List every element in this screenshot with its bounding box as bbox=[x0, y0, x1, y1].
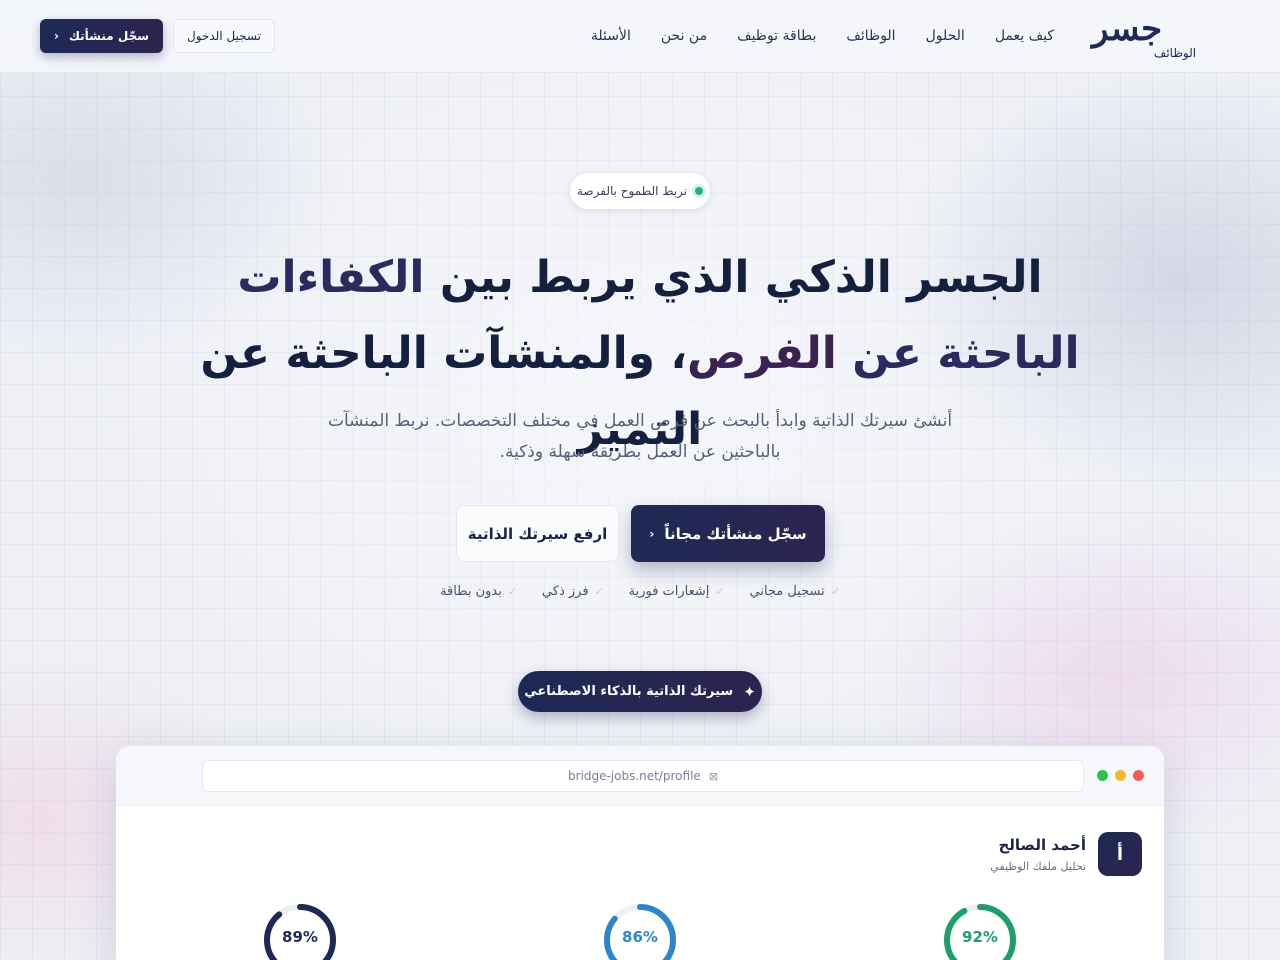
nav-link-jobs[interactable]: الوظائف bbox=[846, 28, 895, 44]
profile-subtitle: تحليل ملفك الوظيفي bbox=[990, 859, 1086, 873]
score-gauge: 86% bbox=[602, 902, 678, 960]
logo-main: جسر bbox=[1092, 9, 1163, 49]
chevron-left-icon: ‹ bbox=[54, 29, 59, 43]
register-free-button[interactable]: سجّل منشأتك مجاناً ‹ bbox=[631, 505, 825, 562]
tagline-text: نربط الطموح بالفرصة bbox=[577, 184, 688, 198]
nav-link-hiring-card[interactable]: بطاقة توظيف bbox=[737, 28, 816, 44]
status-dot-icon bbox=[695, 187, 704, 195]
nav-link-about[interactable]: من نحن bbox=[661, 28, 707, 44]
score-gauge-value: 89% bbox=[282, 928, 318, 946]
feature-label: بدون بطاقة bbox=[440, 584, 502, 599]
hero-subtext: أنشئ سيرتك الذاتية وابدأ بالبحث عن فرص ا… bbox=[327, 411, 953, 462]
profile-text: أحمد الصالح تحليل ملفك الوظيفي bbox=[990, 836, 1086, 873]
ai-cv-label: سيرتك الذاتية بالذكاء الاصطناعي bbox=[524, 684, 734, 699]
check-icon: ✓ bbox=[507, 585, 518, 598]
score-gauge-value: 86% bbox=[622, 928, 658, 946]
score-gauge: 92% bbox=[942, 902, 1018, 960]
nav-link-solutions[interactable]: الحلول bbox=[926, 28, 965, 44]
browser-toolbar: bridge-jobs.net/profile ⊠ bbox=[116, 746, 1164, 806]
logo[interactable]: جسر الوظائف bbox=[1092, 11, 1228, 61]
ai-cv-badge[interactable]: ✦ سيرتك الذاتية بالذكاء الاصطناعي bbox=[518, 671, 762, 712]
browser-mockup: bridge-jobs.net/profile ⊠ أ أحمد الصالح … bbox=[116, 746, 1164, 960]
register-button[interactable]: سجّل منشأتك ‹ bbox=[40, 19, 164, 53]
minimize-dot-icon bbox=[1115, 770, 1126, 781]
tagline-pill: نربط الطموح بالفرصة bbox=[570, 173, 710, 209]
headline-part1: الجسر الذكي الذي يربط بين bbox=[424, 252, 1043, 303]
nav-link-how-it-works[interactable]: كيف يعمل bbox=[995, 28, 1054, 44]
profile-name: أحمد الصالح bbox=[998, 835, 1086, 854]
window-controls bbox=[1097, 770, 1144, 781]
check-icon: ✓ bbox=[594, 585, 604, 598]
maximize-dot-icon bbox=[1097, 770, 1108, 781]
navbar: جسر الوظائف كيف يعمل الحلول الوظائف بطاق… bbox=[0, 0, 1280, 73]
lock-icon: ⊠ bbox=[708, 769, 719, 783]
feature-item: ✓ فرز ذكي bbox=[542, 584, 604, 599]
profile-header: أ أحمد الصالح تحليل ملفك الوظيفي bbox=[990, 832, 1142, 876]
url-text: bridge-jobs.net/profile bbox=[567, 769, 701, 783]
register-free-label: سجّل منشأتك مجاناً bbox=[664, 524, 807, 543]
score-gauge-value: 92% bbox=[962, 928, 998, 946]
check-icon: ✓ bbox=[830, 585, 840, 598]
sparkle-icon: ✦ bbox=[743, 682, 756, 701]
login-button[interactable]: تسجيل الدخول bbox=[173, 19, 275, 53]
feature-label: تسجيل مجاني bbox=[749, 584, 825, 599]
feature-item: ✓ تسجيل مجاني bbox=[750, 584, 841, 599]
nav-links: كيف يعمل الحلول الوظائف بطاقة توظيف من ن… bbox=[591, 28, 1054, 44]
close-dot-icon bbox=[1133, 770, 1144, 781]
feature-item: ✓ إشعارات فورية bbox=[629, 584, 725, 599]
nav-actions: تسجيل الدخول سجّل منشأتك ‹ bbox=[40, 19, 275, 53]
feature-label: فرز ذكي bbox=[541, 584, 589, 599]
logo-sub: الوظائف bbox=[1153, 46, 1197, 60]
avatar: أ bbox=[1098, 832, 1142, 876]
feature-item: ✓ بدون بطاقة bbox=[440, 584, 517, 599]
upload-cv-button[interactable]: ارفع سيرتك الذاتية bbox=[456, 505, 619, 562]
nav-link-faq[interactable]: الأسئلة bbox=[591, 28, 631, 44]
register-button-label: سجّل منشأتك bbox=[68, 29, 150, 43]
feature-list: ✓ تسجيل مجاني ✓ إشعارات فورية ✓ فرز ذكي ✓ بد… bbox=[440, 584, 840, 599]
check-icon: ✓ bbox=[715, 585, 725, 598]
headline-purple: الفرص bbox=[687, 328, 837, 379]
feature-label: إشعارات فورية bbox=[628, 584, 710, 599]
chevron-left-icon: ‹ bbox=[649, 526, 655, 541]
score-gauge: 89% bbox=[262, 902, 338, 960]
url-bar: bridge-jobs.net/profile ⊠ bbox=[202, 760, 1084, 792]
